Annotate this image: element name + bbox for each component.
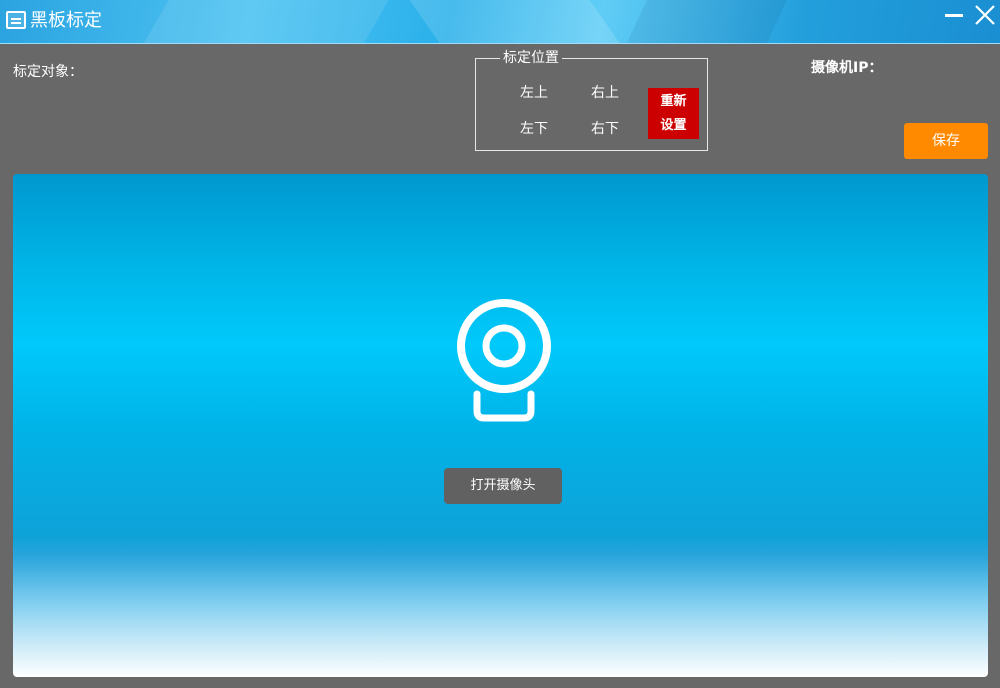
close-icon[interactable] bbox=[974, 4, 996, 26]
minimize-icon[interactable] bbox=[945, 9, 963, 23]
reset-button[interactable]: 重新 设置 bbox=[648, 88, 699, 139]
reset-button-line1: 重新 bbox=[660, 94, 687, 109]
camera-ip-label: 摄像机IP： bbox=[811, 60, 883, 76]
top-right-option[interactable]: 右上 bbox=[591, 84, 619, 102]
titlebar-decoration bbox=[134, 0, 406, 43]
window-title: 黑板标定 bbox=[30, 10, 102, 31]
open-camera-button[interactable]: 打开摄像头 bbox=[444, 468, 562, 504]
titlebar-decoration bbox=[395, 0, 625, 43]
calibration-position-group: 标定位置 左上 右上 左下 右下 重新 设置 bbox=[475, 50, 708, 151]
top-left-option[interactable]: 左上 bbox=[520, 84, 548, 102]
title-bar[interactable]: 黑板标定 bbox=[0, 0, 1000, 44]
save-button[interactable]: 保存 bbox=[904, 123, 988, 159]
calibration-target-label: 标定对象： bbox=[13, 64, 83, 80]
calibration-position-legend: 标定位置 bbox=[500, 50, 562, 66]
camera-preview-panel: 打开摄像头 bbox=[13, 174, 988, 677]
calibration-window: 黑板标定 标定对象： 标定位置 左上 右上 左下 右下 重新 设置 摄像机IP：… bbox=[0, 0, 1000, 688]
reset-button-line2: 设置 bbox=[660, 118, 687, 133]
bottom-right-option[interactable]: 右下 bbox=[591, 120, 619, 138]
titlebar-decoration bbox=[619, 0, 801, 43]
webcam-icon bbox=[454, 298, 554, 423]
bottom-left-option[interactable]: 左下 bbox=[520, 120, 548, 138]
blackboard-icon bbox=[6, 11, 26, 29]
